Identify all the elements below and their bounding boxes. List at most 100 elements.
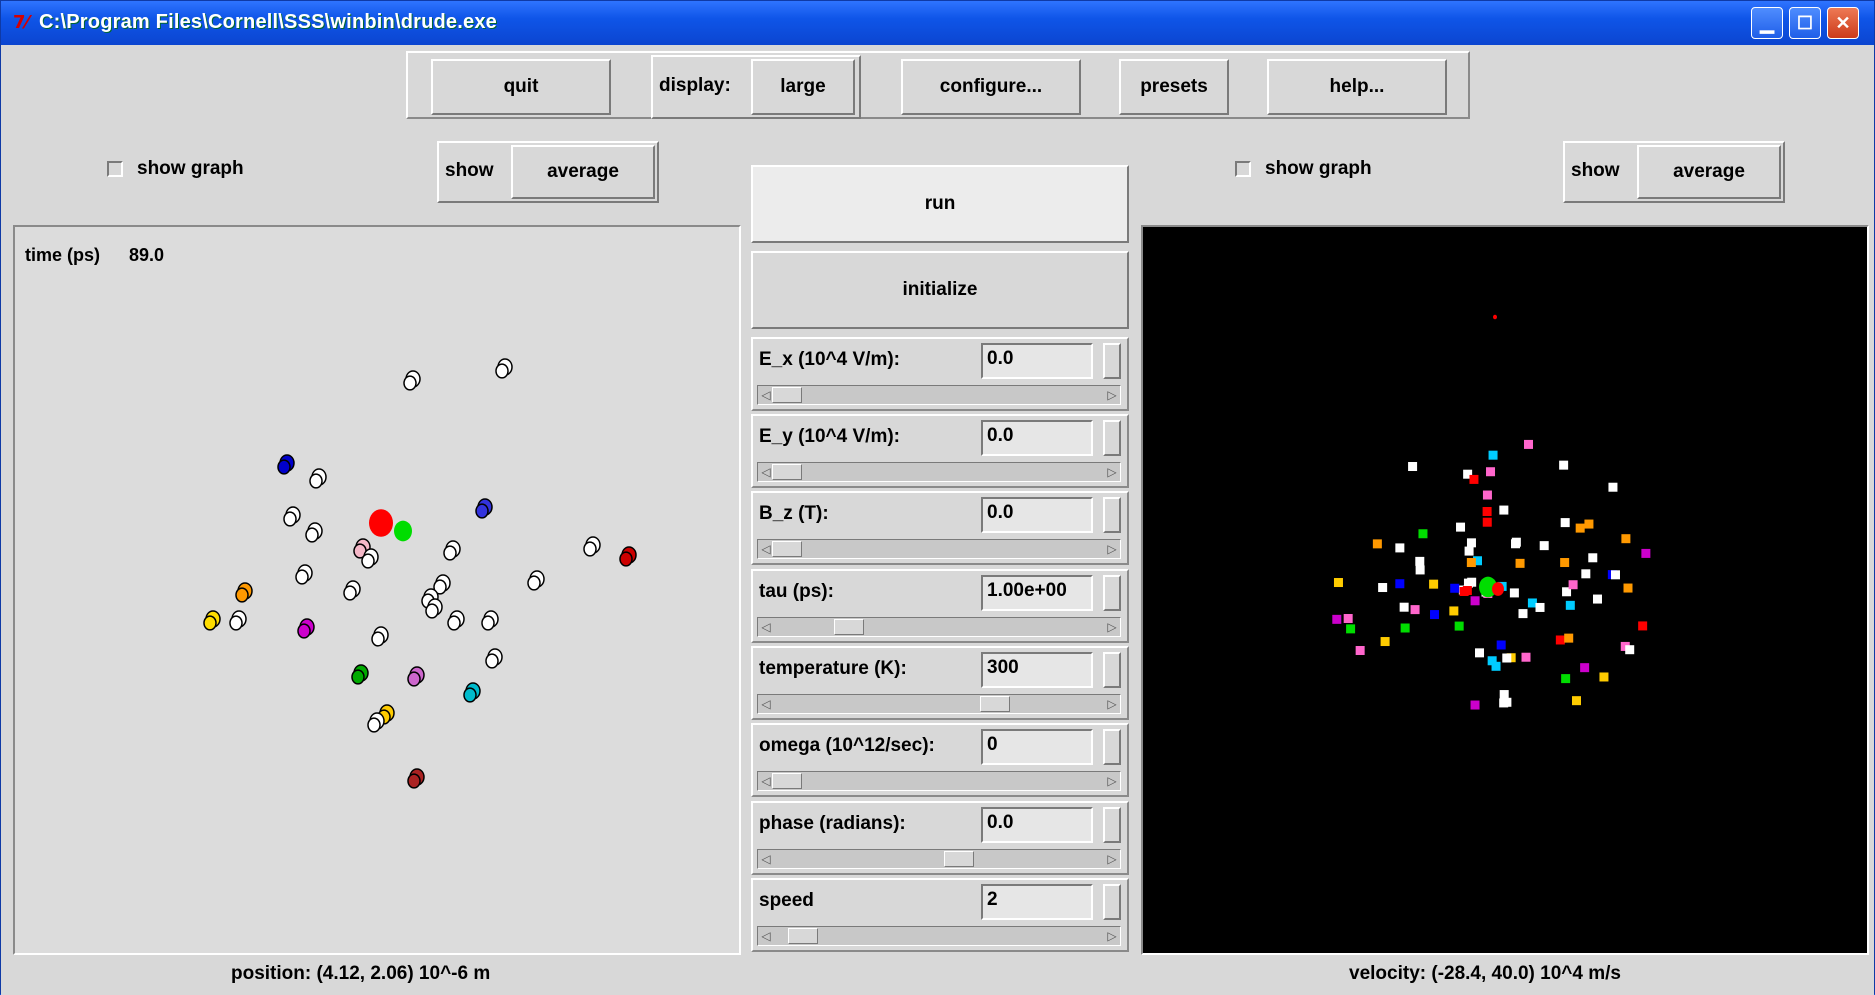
presets-button[interactable]: presets (1119, 59, 1229, 115)
electron-trail-5 (283, 511, 297, 527)
electron-trail-13 (295, 569, 309, 585)
velocity-status: velocity: (-28.4, 40.0) 10^4 m/s (1349, 963, 1621, 984)
velocity-point-34 (1539, 541, 1549, 551)
velocity-plot (1332, 314, 1651, 710)
velocity-point-32 (1343, 613, 1353, 623)
slider-thumb[interactable] (788, 928, 818, 944)
velocity-point-88 (1475, 648, 1485, 658)
control-entry[interactable]: 300 (981, 652, 1093, 688)
left-show-graph-checkbox[interactable] (107, 161, 123, 177)
electron-trail-19 (203, 615, 217, 631)
velocity-point-54 (1599, 672, 1609, 682)
right-arrow-icon[interactable]: ▷ (1104, 541, 1120, 557)
control-label: tau (ps): (759, 581, 834, 602)
left-arrow-icon[interactable]: ◁ (758, 696, 774, 712)
control-entry-button[interactable] (1103, 575, 1121, 611)
help-button[interactable]: help... (1267, 59, 1447, 115)
velocity-point-33 (1450, 583, 1460, 593)
initialize-button[interactable]: initialize (751, 251, 1129, 329)
tk-feather-icon: 7⁄ (13, 12, 29, 33)
control-entry[interactable]: 0.0 (981, 420, 1093, 456)
velocity-point-63 (1346, 624, 1356, 634)
control-entry[interactable]: 0 (981, 729, 1093, 765)
velocity-point-68 (1588, 553, 1598, 563)
control-slider[interactable]: ◁ ▷ (757, 385, 1121, 405)
right-arrow-icon[interactable]: ▷ (1104, 464, 1120, 480)
right-arrow-icon[interactable]: ▷ (1104, 928, 1120, 944)
velocity-point-43 (1518, 609, 1528, 619)
display-menu-button[interactable]: large (751, 59, 855, 115)
velocity-point-61 (1372, 539, 1382, 549)
right-arrow-icon[interactable]: ▷ (1104, 619, 1120, 635)
control-entry-button[interactable] (1103, 652, 1121, 688)
configure-button[interactable]: configure... (901, 59, 1081, 115)
slider-thumb[interactable] (772, 464, 802, 480)
velocity-point-60 (1462, 586, 1472, 596)
velocity-point-13 (1499, 505, 1509, 515)
electron-trail-24 (485, 653, 499, 669)
electron-trail-11 (583, 541, 597, 557)
control-entry-button[interactable] (1103, 420, 1121, 456)
velocity-point-44 (1466, 558, 1476, 568)
control-entry[interactable]: 0.0 (981, 343, 1093, 379)
control-entry[interactable]: 0.0 (981, 497, 1093, 533)
control-slider[interactable]: ◁ ▷ (757, 539, 1121, 559)
control-slider[interactable]: ◁ ▷ (757, 849, 1121, 869)
left-arrow-icon[interactable]: ◁ (758, 851, 774, 867)
right-show-menu-button[interactable]: average (1637, 145, 1781, 199)
title-bar[interactable]: 7⁄ C:\Program Files\Cornell\SSS\winbin\d… (1, 1, 1874, 45)
slider-thumb[interactable] (834, 619, 864, 635)
electron-trail-26 (351, 669, 365, 685)
left-show-label: show (445, 160, 494, 181)
quit-button[interactable]: quit (431, 59, 611, 115)
minimize-button[interactable]: ▁ (1751, 7, 1783, 39)
maximize-button[interactable]: ☐ (1789, 7, 1821, 39)
velocity-point-62 (1488, 450, 1498, 460)
velocity-point-24 (1470, 700, 1480, 710)
velocity-point-87 (1469, 474, 1479, 484)
control-entry[interactable]: 0.0 (981, 807, 1093, 843)
control-slider[interactable]: ◁ ▷ (757, 462, 1121, 482)
control-entry-button[interactable] (1103, 884, 1121, 920)
right-arrow-icon[interactable]: ▷ (1104, 851, 1120, 867)
left-show-graph-label: show graph (137, 158, 244, 179)
control-slider[interactable]: ◁ ▷ (757, 694, 1121, 714)
left-arrow-icon[interactable]: ◁ (758, 619, 774, 635)
electron-trail-23 (481, 615, 495, 631)
control-slider[interactable]: ◁ ▷ (757, 926, 1121, 946)
left-show-menu-button[interactable]: average (511, 145, 655, 199)
electron-trail-9 (443, 545, 457, 561)
control-slider[interactable]: ◁ ▷ (757, 771, 1121, 791)
control-slider[interactable]: ◁ ▷ (757, 617, 1121, 637)
electron-trail-31 (407, 773, 421, 789)
velocity-point-82 (1454, 621, 1464, 631)
right-show-graph-checkbox[interactable] (1235, 161, 1251, 177)
velocity-point-85 (1621, 534, 1631, 544)
right-arrow-icon[interactable]: ▷ (1104, 696, 1120, 712)
velocity-point-67 (1415, 565, 1425, 575)
control-entry-button[interactable] (1103, 497, 1121, 533)
slider-thumb[interactable] (980, 696, 1010, 712)
control-entry-button[interactable] (1103, 807, 1121, 843)
control-entry-button[interactable] (1103, 729, 1121, 765)
slider-thumb[interactable] (772, 387, 802, 403)
right-arrow-icon[interactable]: ▷ (1104, 773, 1120, 789)
position-canvas[interactable]: time (ps) 89.0 (13, 225, 741, 955)
left-arrow-icon[interactable]: ◁ (758, 928, 774, 944)
control-entry-button[interactable] (1103, 343, 1121, 379)
slider-thumb[interactable] (772, 773, 802, 789)
velocity-point-5 (1499, 690, 1509, 700)
slider-thumb[interactable] (944, 851, 974, 867)
velocity-canvas[interactable] (1141, 225, 1869, 955)
control-label: B_z (T): (759, 503, 829, 524)
right-arrow-icon[interactable]: ▷ (1104, 387, 1120, 403)
velocity-point-46 (1623, 583, 1633, 593)
velocity-point-84 (1608, 482, 1618, 492)
control-entry[interactable]: 1.00e+00 (981, 575, 1093, 611)
control-entry[interactable]: 2 (981, 884, 1093, 920)
run-button[interactable]: run (751, 165, 1129, 243)
close-button[interactable]: ✕ (1827, 7, 1859, 39)
slider-thumb[interactable] (772, 541, 802, 557)
velocity-point-42 (1496, 640, 1506, 650)
velocity-point-21 (1395, 579, 1405, 589)
